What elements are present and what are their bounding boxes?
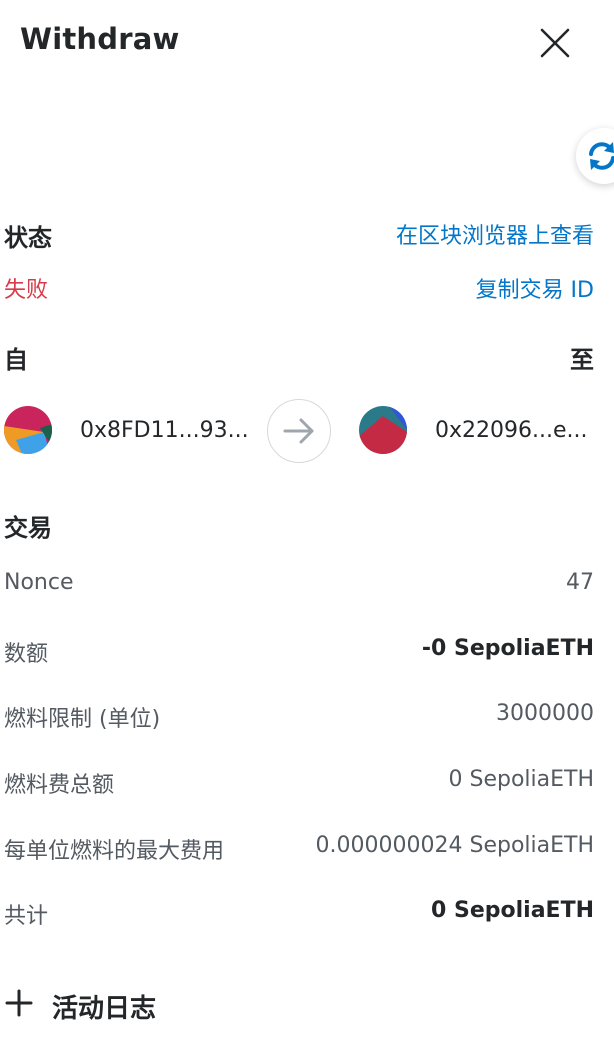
tx-row-gas-total: 燃料费总额 0 SepoliaETH — [4, 767, 594, 798]
status-label: 状态 — [4, 224, 52, 252]
to-avatar — [359, 406, 407, 454]
tx-row-total: 共计 0 SepoliaETH — [4, 898, 594, 929]
close-button[interactable] — [536, 24, 574, 62]
view-on-explorer-link[interactable]: 在区块浏览器上查看 — [396, 218, 594, 250]
tx-row-label: 共计 — [4, 904, 49, 929]
tx-row-label: Nonce — [4, 570, 74, 595]
tx-row-value: 0 SepoliaETH — [431, 898, 594, 923]
to-address[interactable]: 0x22096...e... — [435, 418, 588, 443]
from-avatar — [4, 406, 52, 454]
tx-row-label: 燃料限制 (单位) — [4, 707, 161, 732]
transfer-arrow — [267, 399, 331, 463]
refresh-button[interactable] — [576, 128, 614, 184]
copy-transaction-id-link[interactable]: 复制交易 ID — [476, 272, 594, 304]
tx-row-value: 0 SepoliaETH — [448, 767, 594, 792]
tx-row-label: 每单位燃料的最大费用 — [4, 839, 225, 864]
tx-row-value: 47 — [566, 570, 594, 595]
tx-row-max-fee: 每单位燃料的最大费用 0.000000024 SepoliaETH — [4, 833, 594, 864]
transaction-section-label: 交易 — [4, 514, 52, 542]
tx-row-value: 3000000 — [496, 701, 594, 726]
tx-row-nonce: Nonce 47 — [4, 570, 594, 600]
from-label: 自 — [4, 346, 28, 374]
refresh-icon — [589, 142, 614, 170]
from-address[interactable]: 0x8FD11...93... — [80, 418, 249, 443]
status-badge: 失败 — [4, 278, 49, 303]
tx-row-value: -0 SepoliaETH — [421, 636, 594, 661]
plus-icon — [5, 989, 33, 1017]
activity-log-label: 活动日志 — [52, 994, 157, 1024]
arrow-right-icon — [283, 418, 314, 444]
close-icon — [540, 28, 570, 58]
tx-row-label: 燃料费总额 — [4, 773, 115, 798]
tx-row-amount: 数额 -0 SepoliaETH — [4, 636, 594, 667]
tx-row-gas-limit: 燃料限制 (单位) 3000000 — [4, 701, 594, 732]
page-title: Withdraw — [20, 22, 180, 56]
tx-row-label: 数额 — [4, 642, 49, 667]
to-label: 至 — [570, 346, 594, 374]
tx-row-value: 0.000000024 SepoliaETH — [315, 833, 594, 858]
